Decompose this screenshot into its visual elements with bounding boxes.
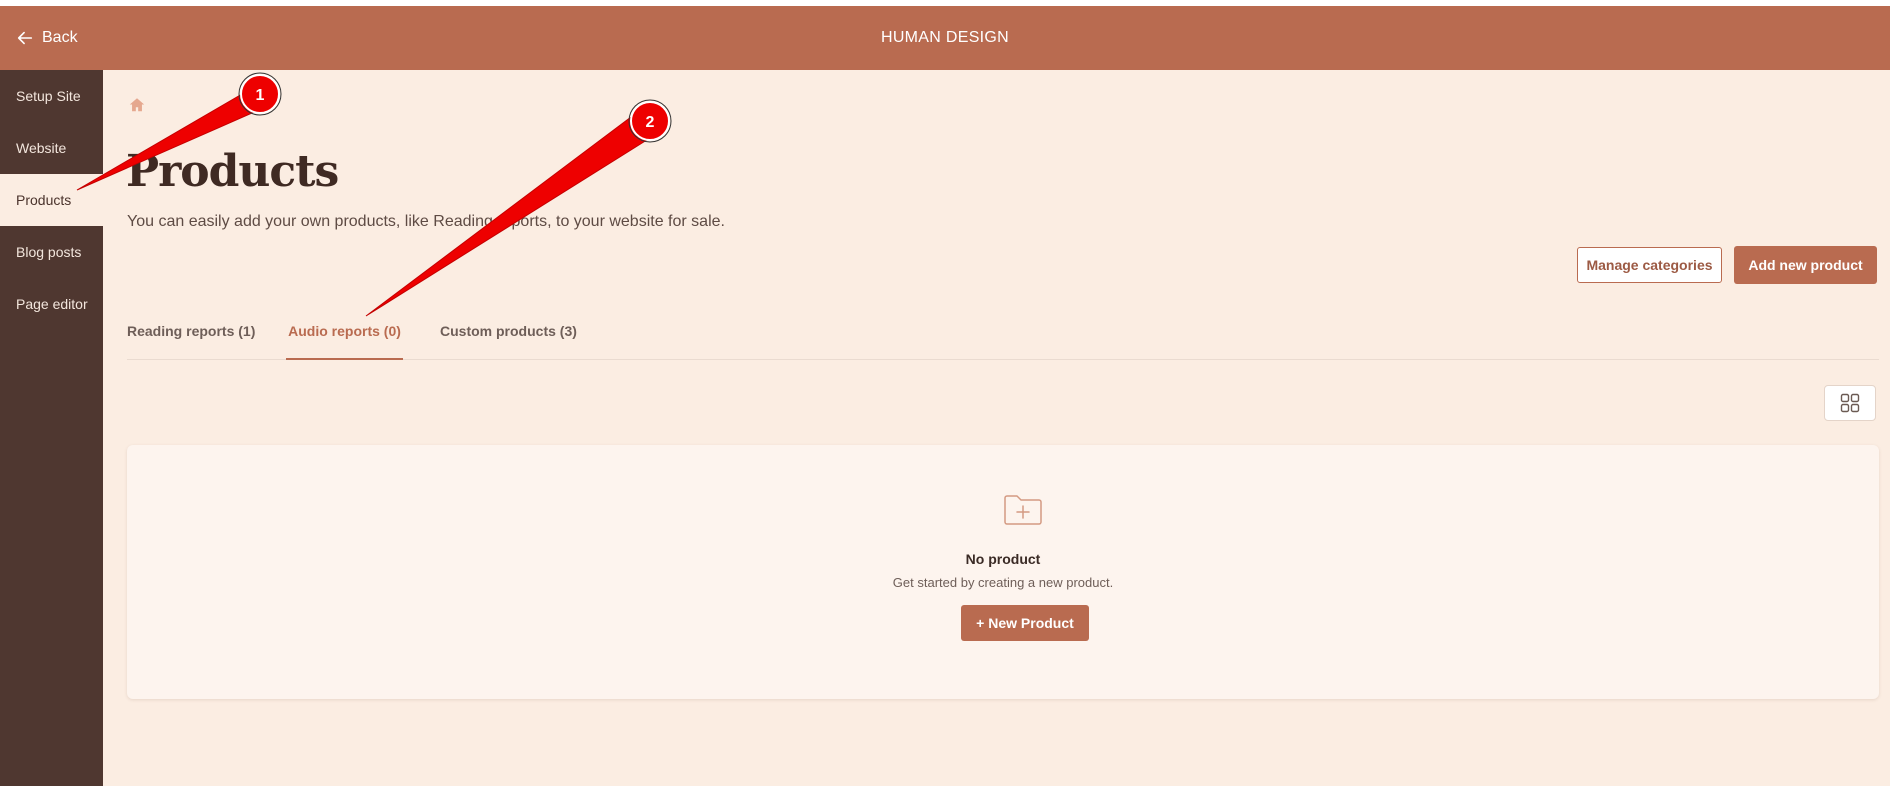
main-content: Products You can easily add your own pro… xyxy=(103,70,1890,786)
sidebar-item-page-editor[interactable]: Page editor xyxy=(0,278,103,330)
page-subtitle: You can easily add your own products, li… xyxy=(127,213,725,230)
empty-state-description: Get started by creating a new product. xyxy=(892,575,1114,590)
tab-custom-products[interactable]: Custom products (3) xyxy=(440,309,577,360)
product-tabs: Reading reports (1) Audio reports (0) Cu… xyxy=(127,309,1879,360)
sidebar: Setup Site Website Products Blog posts P… xyxy=(0,70,103,786)
tab-reading-reports[interactable]: Reading reports (1) xyxy=(127,309,255,360)
empty-state-title: No product xyxy=(965,551,1041,567)
sidebar-item-setup-site[interactable]: Setup Site xyxy=(0,70,103,122)
sidebar-item-blog-posts[interactable]: Blog posts xyxy=(0,226,103,278)
page-title: Products xyxy=(126,146,339,197)
arrow-left-icon xyxy=(17,31,33,45)
empty-state-card: No product Get started by creating a new… xyxy=(127,445,1879,699)
grid-view-button[interactable] xyxy=(1824,385,1876,421)
app-title: HUMAN DESIGN xyxy=(880,29,1010,46)
tab-audio-reports[interactable]: Audio reports (0) xyxy=(286,309,403,360)
folder-plus-icon xyxy=(1004,495,1042,525)
back-button[interactable]: Back xyxy=(16,6,78,70)
add-new-product-button[interactable]: Add new product xyxy=(1734,246,1877,284)
top-bar: Back HUMAN DESIGN xyxy=(0,6,1890,70)
back-label: Back xyxy=(42,29,78,46)
sidebar-item-website[interactable]: Website xyxy=(0,122,103,174)
grid-icon xyxy=(1840,393,1860,413)
new-product-button[interactable]: + New Product xyxy=(961,605,1089,641)
manage-categories-button[interactable]: Manage categories xyxy=(1577,247,1722,283)
home-icon[interactable] xyxy=(128,96,146,114)
sidebar-item-products[interactable]: Products xyxy=(0,174,103,226)
